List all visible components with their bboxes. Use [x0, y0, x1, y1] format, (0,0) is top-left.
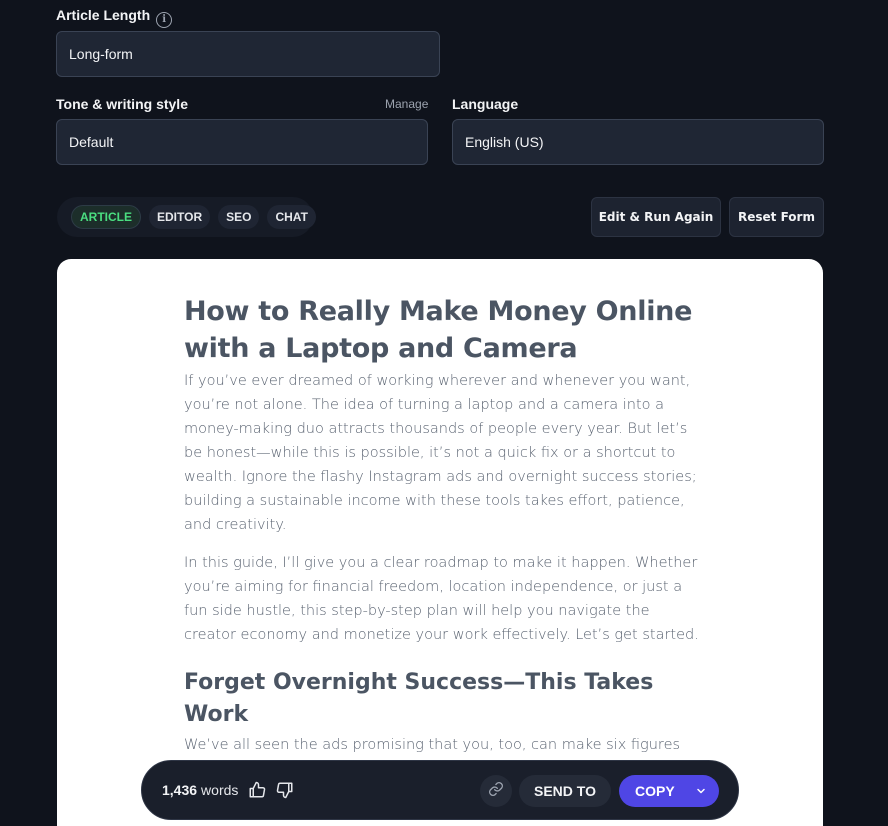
article-length-value: Long-form — [69, 46, 133, 62]
tone-label: Tone & writing style — [56, 96, 188, 112]
thumbs-down-icon[interactable] — [274, 779, 296, 801]
article-document: How to Really Make Money Online with a L… — [57, 259, 823, 826]
chevron-down-icon[interactable] — [693, 783, 709, 799]
bottom-toolbar: 1,436 words SEND TO COPY — [141, 760, 739, 820]
section-heading: Forget Overnight Success—This Takes Work — [184, 670, 654, 727]
word-count-label: words — [201, 782, 239, 798]
tab-seo[interactable]: SEO — [218, 205, 260, 229]
edit-run-again-button[interactable]: Edit & Run Again — [591, 197, 721, 237]
send-to-button[interactable]: SEND TO — [519, 775, 611, 807]
article-paragraph: If you’ve ever dreamed of working wherev… — [184, 373, 697, 533]
article-content: How to Really Make Money Online with a L… — [184, 293, 704, 805]
copy-button-label: COPY — [635, 783, 675, 799]
language-label: Language — [452, 96, 519, 112]
language-select[interactable]: English (US) — [452, 119, 824, 165]
reset-form-button[interactable]: Reset Form — [729, 197, 824, 237]
tab-article[interactable]: ARTICLE — [71, 205, 141, 229]
article-title: How to Really Make Money Online with a L… — [184, 296, 693, 364]
thumbs-up-icon[interactable] — [246, 779, 268, 801]
copy-link-button[interactable] — [480, 775, 512, 807]
output-tabs: ARTICLE EDITOR SEO CHAT — [57, 197, 316, 237]
tab-editor[interactable]: EDITOR — [149, 205, 211, 229]
article-length-label: Article Length i — [56, 7, 173, 28]
article-length-select[interactable]: Long-form — [56, 31, 440, 77]
tone-value: Default — [69, 134, 114, 150]
tab-chat[interactable]: CHAT — [267, 205, 316, 229]
tone-select[interactable]: Default — [56, 119, 428, 165]
article-paragraph: In this guide, I’ll give you a clear roa… — [184, 555, 699, 643]
link-icon — [488, 781, 504, 802]
language-value: English (US) — [465, 134, 544, 150]
word-count: 1,436 — [162, 782, 198, 798]
manage-tone-link[interactable]: Manage — [385, 97, 428, 111]
copy-button[interactable]: COPY — [619, 775, 719, 807]
info-icon[interactable]: i — [156, 11, 173, 28]
